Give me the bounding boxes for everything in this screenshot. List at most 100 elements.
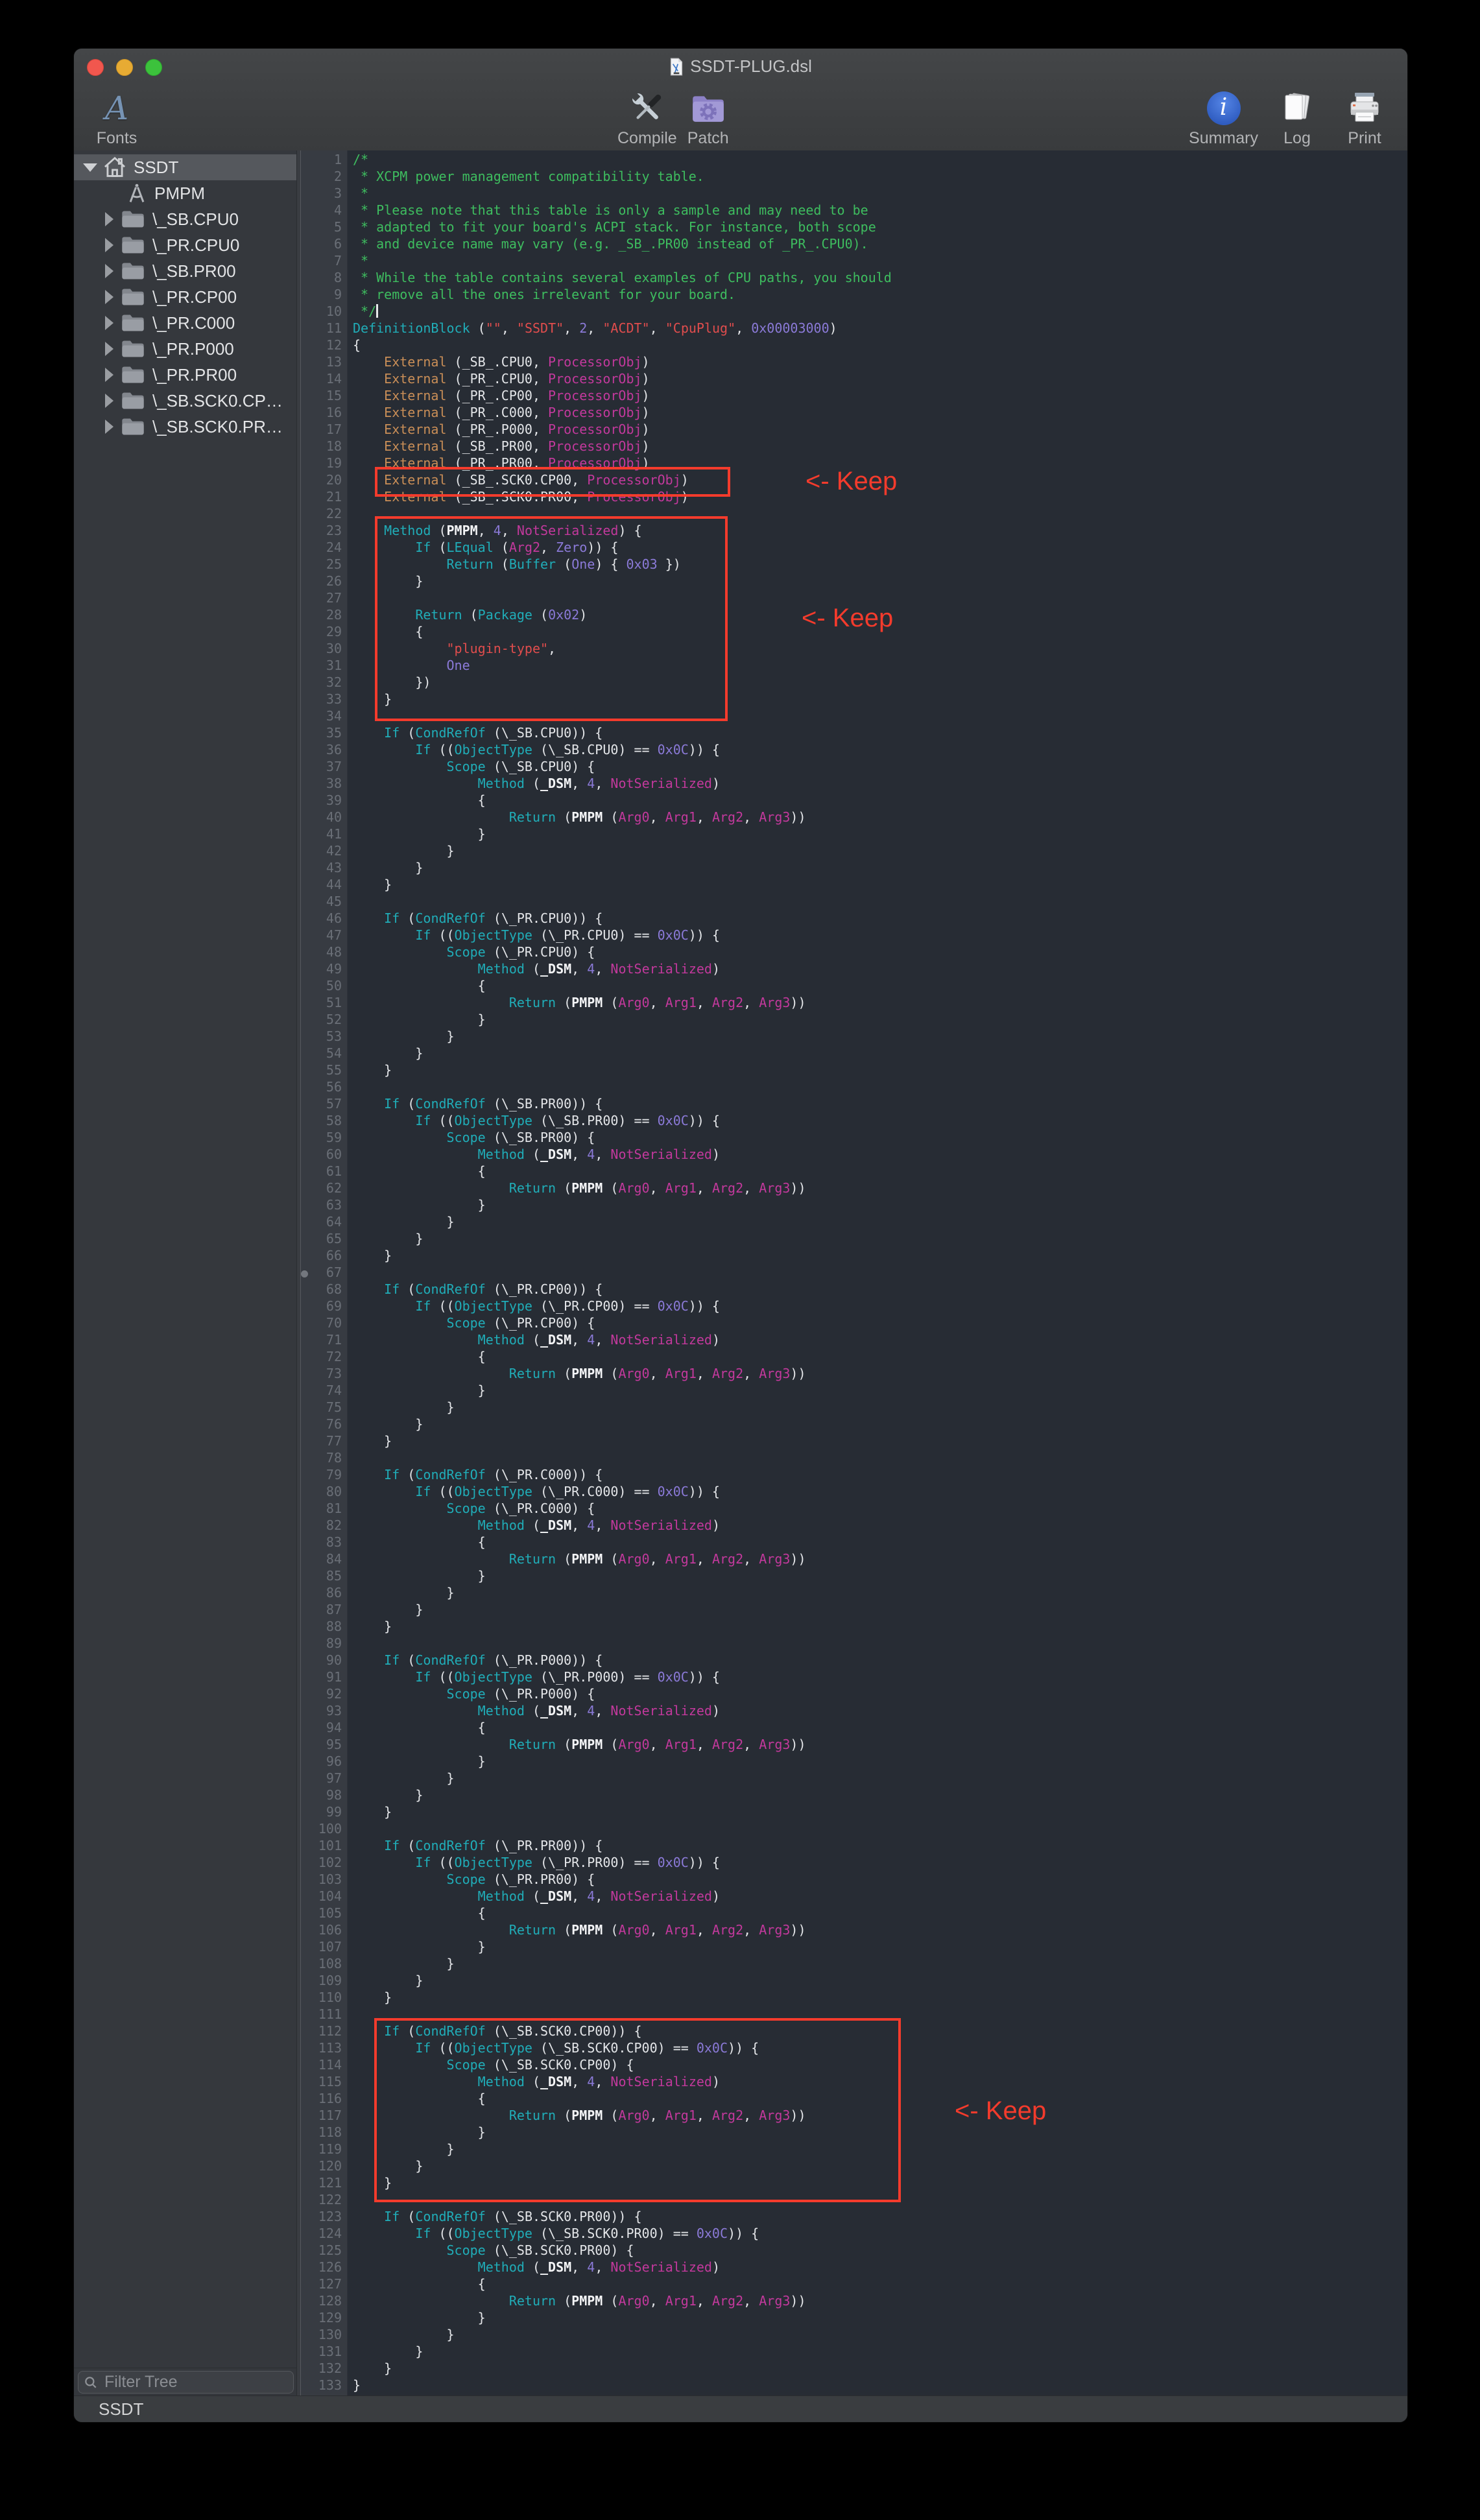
code-line[interactable]: Return (Buffer (One) { 0x03 }) [353, 556, 1407, 573]
code-line[interactable]: If (CondRefOf (\_PR.CP00)) { [353, 1281, 1407, 1298]
code-line[interactable]: } [353, 1045, 1407, 1062]
code-line[interactable]: If ((ObjectType (\_SB.CPU0) == 0x0C)) { [353, 742, 1407, 759]
compile-button[interactable]: Compile [617, 84, 677, 147]
code-line[interactable]: } [353, 2327, 1407, 2344]
disclosure-triangle-collapsed[interactable] [105, 342, 113, 356]
code-line[interactable]: If (LEqual (Arg2, Zero)) { [353, 540, 1407, 556]
code-line[interactable] [353, 708, 1407, 725]
code-line[interactable]: If ((ObjectType (\_PR.C000) == 0x0C)) { [353, 1484, 1407, 1501]
code-line[interactable]: If ((ObjectType (\_PR.CP00) == 0x0C)) { [353, 1298, 1407, 1315]
code-line[interactable]: } [353, 1939, 1407, 1956]
tree-row-ssdt[interactable]: SSDT [74, 154, 296, 180]
code-line[interactable]: } [353, 1231, 1407, 1248]
code-line[interactable] [353, 1635, 1407, 1652]
code-line[interactable]: Method (_DSM, 4, NotSerialized) [353, 1332, 1407, 1349]
code-line[interactable]: Method (_DSM, 4, NotSerialized) [353, 2074, 1407, 2091]
fonts-button[interactable]: A Fonts [88, 84, 145, 147]
code-line[interactable]: } [353, 2310, 1407, 2327]
code-line[interactable]: External (_PR_.PR00, ProcessorObj) [353, 455, 1407, 472]
tree-row-sb-cpu0[interactable]: \_SB.CPU0 [74, 206, 296, 232]
code-line[interactable]: { [353, 1534, 1407, 1551]
code-line[interactable] [353, 1079, 1407, 1096]
code-line[interactable]: External (_PR_.CPU0, ProcessorObj) [353, 371, 1407, 388]
code-line[interactable]: Method (PMPM, 4, NotSerialized) { [353, 523, 1407, 540]
code-line[interactable]: } [353, 691, 1407, 708]
tree-row-sb-pr00[interactable]: \_SB.PR00 [74, 258, 296, 284]
code-line[interactable]: Method (_DSM, 4, NotSerialized) [353, 2259, 1407, 2276]
code-line[interactable]: Method (_DSM, 4, NotSerialized) [353, 1147, 1407, 1163]
code-line[interactable]: Scope (\_SB.SCK0.CP00) { [353, 2057, 1407, 2074]
code-line[interactable]: } [353, 1383, 1407, 1399]
code-line[interactable]: * [353, 185, 1407, 202]
code-line[interactable]: Return (PMPM (Arg0, Arg1, Arg2, Arg3)) [353, 1551, 1407, 1568]
code-line[interactable]: Return (Package (0x02) [353, 607, 1407, 624]
code-line[interactable] [353, 2006, 1407, 2023]
code-line[interactable]: } [353, 1399, 1407, 1416]
code-line[interactable]: } [353, 1787, 1407, 1804]
code-line[interactable]: One [353, 658, 1407, 674]
filter-tree-input[interactable] [103, 2372, 288, 2392]
code-line[interactable]: } [353, 1248, 1407, 1265]
code-line[interactable]: External (_SB_.SCK0.CP00, ProcessorObj) [353, 472, 1407, 489]
code-line[interactable]: Return (PMPM (Arg0, Arg1, Arg2, Arg3)) [353, 809, 1407, 826]
code-line[interactable]: Scope (\_SB.CPU0) { [353, 759, 1407, 776]
code-line[interactable]: Return (PMPM (Arg0, Arg1, Arg2, Arg3)) [353, 1180, 1407, 1197]
code-line[interactable]: * While the table contains several examp… [353, 270, 1407, 287]
code-line[interactable]: } [353, 860, 1407, 877]
code-line[interactable]: External (_SB_.CPU0, ProcessorObj) [353, 354, 1407, 371]
code-line[interactable] [353, 590, 1407, 607]
code-line[interactable]: Return (PMPM (Arg0, Arg1, Arg2, Arg3)) [353, 1922, 1407, 1939]
code-line[interactable]: } [353, 573, 1407, 590]
code-line[interactable]: Return (PMPM (Arg0, Arg1, Arg2, Arg3)) [353, 1737, 1407, 1753]
code-line[interactable]: DefinitionBlock ("", "SSDT", 2, "ACDT", … [353, 320, 1407, 337]
code-line[interactable]: } [353, 1804, 1407, 1821]
code-line[interactable]: If ((ObjectType (\_SB.PR00) == 0x0C)) { [353, 1113, 1407, 1130]
code-line[interactable]: { [353, 1163, 1407, 1180]
patch-button[interactable]: Patch [680, 84, 737, 147]
code-line[interactable]: } [353, 1416, 1407, 1433]
code-line[interactable] [353, 1821, 1407, 1838]
code-line[interactable]: External (_PR_.CP00, ProcessorObj) [353, 388, 1407, 405]
tree-row-pr-p000[interactable]: \_PR.P000 [74, 336, 296, 362]
code-line[interactable]: Scope (\_PR.C000) { [353, 1501, 1407, 1517]
code-line[interactable] [353, 506, 1407, 523]
code-line[interactable]: Method (_DSM, 4, NotSerialized) [353, 1517, 1407, 1534]
code-line[interactable]: }) [353, 674, 1407, 691]
code-line[interactable]: If (CondRefOf (\_PR.CPU0)) { [353, 910, 1407, 927]
code-line[interactable]: } [353, 1433, 1407, 1450]
code-line[interactable]: * [353, 253, 1407, 270]
code-line[interactable]: If ((ObjectType (\_PR.P000) == 0x0C)) { [353, 1669, 1407, 1686]
code-line[interactable] [353, 1450, 1407, 1467]
code-line[interactable]: External (_PR_.P000, ProcessorObj) [353, 422, 1407, 438]
code-line[interactable]: If (CondRefOf (\_SB.SCK0.CP00)) { [353, 2023, 1407, 2040]
code-line[interactable]: { [353, 1905, 1407, 1922]
code-line[interactable]: If ((ObjectType (\_PR.CPU0) == 0x0C)) { [353, 927, 1407, 944]
code-line[interactable]: { [353, 978, 1407, 995]
code-line[interactable] [353, 1265, 1407, 1281]
code-line[interactable]: } [353, 1770, 1407, 1787]
code-line[interactable]: * XCPM power management compatibility ta… [353, 169, 1407, 185]
code-editor[interactable]: 1234567891011121314151617181920212223242… [301, 150, 1407, 2396]
code-line[interactable]: { [353, 1720, 1407, 1737]
code-line[interactable]: Return (PMPM (Arg0, Arg1, Arg2, Arg3)) [353, 2293, 1407, 2310]
code-line[interactable]: } [353, 1619, 1407, 1635]
tree-row-pr-pr00[interactable]: \_PR.PR00 [74, 362, 296, 388]
code-line[interactable]: */ [353, 303, 1407, 320]
disclosure-triangle-collapsed[interactable] [105, 368, 113, 382]
code-line[interactable]: * and device name may vary (e.g. _SB_.PR… [353, 236, 1407, 253]
code-line[interactable]: } [353, 2158, 1407, 2175]
code-line[interactable]: Scope (\_PR.CP00) { [353, 1315, 1407, 1332]
disclosure-triangle-collapsed[interactable] [105, 316, 113, 330]
code-line[interactable]: /* [353, 152, 1407, 169]
code-line[interactable]: "plugin-type", [353, 641, 1407, 658]
code-line[interactable]: } [353, 1973, 1407, 1990]
code-line[interactable]: } [353, 2175, 1407, 2192]
code-line[interactable]: } [353, 1585, 1407, 1602]
tree-row-pr-cpu0[interactable]: \_PR.CPU0 [74, 232, 296, 258]
print-button[interactable]: Print [1336, 84, 1393, 147]
code-line[interactable]: } [353, 1214, 1407, 1231]
code-line[interactable]: If ((ObjectType (\_SB.SCK0.CP00) == 0x0C… [353, 2040, 1407, 2057]
code-line[interactable]: } [353, 2360, 1407, 2377]
code-line[interactable]: { [353, 1349, 1407, 1366]
code-line[interactable]: { [353, 2091, 1407, 2108]
